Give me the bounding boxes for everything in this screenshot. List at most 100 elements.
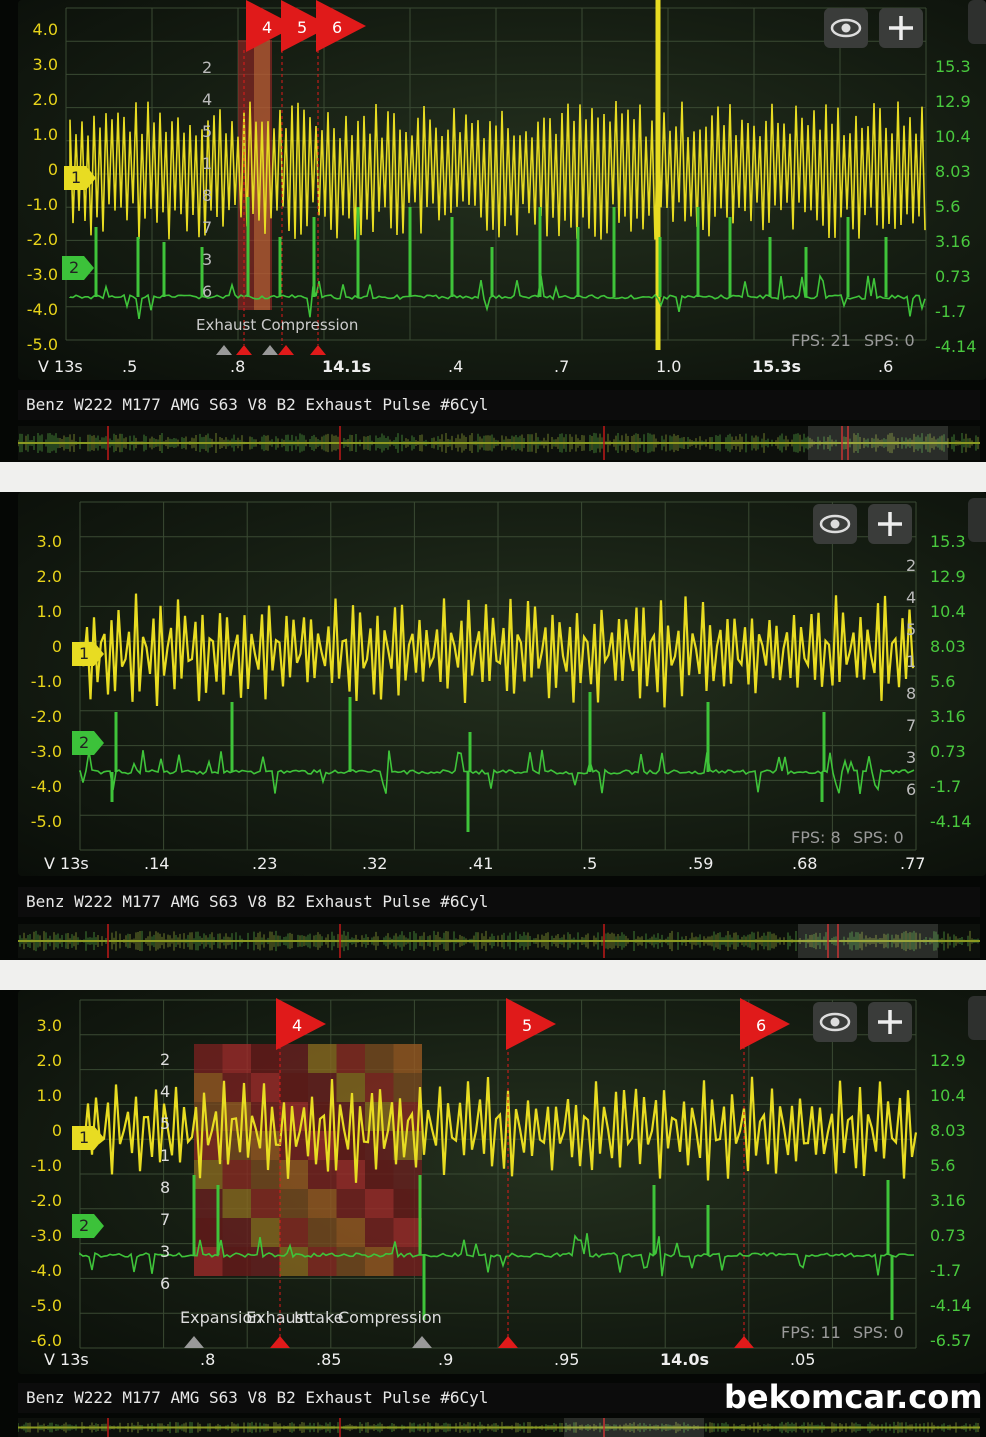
side-drawer-handle[interactable] <box>968 0 986 44</box>
channel-1-tag[interactable]: 1 <box>72 1126 106 1150</box>
cylinder-order: 5 <box>202 122 213 141</box>
phase-cell <box>393 1073 422 1102</box>
y-axis-tick-right: 0.73 <box>935 267 971 286</box>
cylinder-order: 2 <box>160 1050 171 1069</box>
phase-cell <box>308 1160 337 1189</box>
visibility-button[interactable] <box>813 1002 857 1042</box>
x-axis-tick: .05 <box>790 1350 816 1369</box>
trigger-marker <box>278 345 294 355</box>
cylinder-order: 3 <box>160 1242 171 1261</box>
cylinder-order: 4 <box>160 1082 171 1101</box>
phase-cell <box>251 1247 280 1276</box>
x-axis-tick: .68 <box>792 854 818 873</box>
phase-cell <box>336 1160 365 1189</box>
overview-bar[interactable] <box>18 1418 980 1437</box>
channel-1-tag[interactable]: 1 <box>64 166 98 190</box>
x-axis-unit: V 13s <box>44 854 89 873</box>
y-axis-tick: -3.0 <box>26 265 58 284</box>
cylinder-order: 1 <box>906 652 917 671</box>
y-axis-tick: -5.0 <box>26 335 58 354</box>
channel-1-waveform <box>78 593 915 708</box>
phase-cell <box>279 1189 308 1218</box>
side-drawer-handle[interactable] <box>968 996 986 1040</box>
y-axis-tick-right: 15.3 <box>930 532 966 551</box>
signal-title: Benz W222 M177 AMG S63 V8 B2 Exhaust Pul… <box>18 887 980 917</box>
phase-cell <box>222 1189 251 1218</box>
y-axis-tick: -5.0 <box>30 812 62 831</box>
phase-cell <box>365 1189 394 1218</box>
x-axis-tick: .85 <box>316 1350 342 1369</box>
sps-readout: SPS: 0 <box>864 331 915 350</box>
channel-2-tag[interactable]: 2 <box>72 731 106 755</box>
x-axis-unit: V 13s <box>44 1350 89 1369</box>
channel-2-waveform <box>69 273 926 320</box>
phase-cell <box>279 1131 308 1160</box>
scope-view-1[interactable]: 456 4.0 3.0 2.0 1.0 0 -1.0 -2.0 -3.0 -4.0 -5.0 15.… <box>18 0 986 380</box>
waveform-plot-1[interactable]: 4 5 6 <box>18 0 986 380</box>
cylinder-order: 5 <box>160 1114 171 1133</box>
y-axis-tick: -2.0 <box>30 1191 62 1210</box>
x-axis-tick: .77 <box>900 854 926 873</box>
y-axis-tick: 2.0 <box>36 567 62 586</box>
phase-cell <box>308 1044 337 1073</box>
y-axis-tick-right: -4.14 <box>935 337 977 356</box>
channel-number: 2 <box>69 258 80 277</box>
trigger-marker <box>412 1336 432 1348</box>
cylinder-order: 4 <box>202 90 213 109</box>
y-axis-tick-right: 0.73 <box>930 742 966 761</box>
cursor-label: 5 <box>522 1016 532 1035</box>
y-axis-tick-right: 5.6 <box>930 1156 956 1175</box>
add-button[interactable] <box>868 504 912 544</box>
scope-panel-2: 3.0 2.0 1.0 0 -1.0 -2.0 -3.0 -4.0 -5.0 15.3 12.9 10… <box>0 492 986 960</box>
scope-view-3[interactable]: 456 3.0 2.0 1.0 0 -1.0 -2.0 -3.0 -4.0 -5.0 -6.0 12… <box>18 990 986 1374</box>
cursor-label: 6 <box>332 18 342 37</box>
y-axis-tick-right: -4.14 <box>930 1296 972 1315</box>
phase-label: Compression <box>338 1308 442 1327</box>
y-axis-tick-right: -1.7 <box>930 1261 962 1280</box>
cursor-label: 4 <box>262 18 272 37</box>
visibility-button[interactable] <box>813 504 857 544</box>
y-axis-tick-right: -1.7 <box>935 302 967 321</box>
visibility-button[interactable] <box>824 8 868 48</box>
phase-cell <box>365 1044 394 1073</box>
y-axis-tick: 2.0 <box>36 1051 62 1070</box>
overview-bar[interactable] <box>18 426 980 460</box>
channel-2-tag[interactable]: 2 <box>72 1214 106 1238</box>
phase-cell <box>251 1189 280 1218</box>
x-axis-tick: 14.1s <box>322 357 371 376</box>
cylinder-order: 7 <box>906 716 917 735</box>
plus-icon <box>878 512 902 536</box>
trigger-marker <box>184 1336 204 1348</box>
y-axis-tick-right: 8.03 <box>930 1121 966 1140</box>
cylinder-order: 6 <box>160 1274 171 1293</box>
add-button[interactable] <box>868 1002 912 1042</box>
trigger-marker <box>236 345 252 355</box>
trigger-marker <box>734 1336 754 1348</box>
eye-icon <box>819 514 851 534</box>
y-axis-tick: 3.0 <box>32 55 58 74</box>
x-axis-tick: .5 <box>582 854 598 873</box>
waveform-plot-2[interactable] <box>18 492 986 876</box>
fps-readout: FPS: 8 <box>791 828 841 847</box>
overview-window <box>808 426 948 460</box>
add-button[interactable] <box>879 8 923 48</box>
cylinder-order: 7 <box>202 218 213 237</box>
phase-cell <box>336 1218 365 1247</box>
phase-cell <box>279 1218 308 1247</box>
overview-bar[interactable] <box>18 924 980 958</box>
overview-window <box>798 924 938 958</box>
phase-cell <box>393 1247 422 1276</box>
cylinder-order: 4 <box>906 588 917 607</box>
y-axis-tick-right: 3.16 <box>930 707 966 726</box>
channel-number: 1 <box>79 644 90 663</box>
cylinder-order: 3 <box>202 250 213 269</box>
channel-1-tag[interactable]: 1 <box>72 642 106 666</box>
y-axis-tick: 4.0 <box>32 20 58 39</box>
channel-2-tag[interactable]: 2 <box>62 256 96 280</box>
y-axis-tick-right: 8.03 <box>930 637 966 656</box>
x-axis-tick: .32 <box>362 854 388 873</box>
side-drawer-handle[interactable] <box>968 498 986 542</box>
y-axis-tick: 2.0 <box>32 90 58 109</box>
y-axis-tick: -1.0 <box>30 672 62 691</box>
scope-view-2[interactable]: 3.0 2.0 1.0 0 -1.0 -2.0 -3.0 -4.0 -5.0 15.3 12.9 10… <box>18 492 986 876</box>
